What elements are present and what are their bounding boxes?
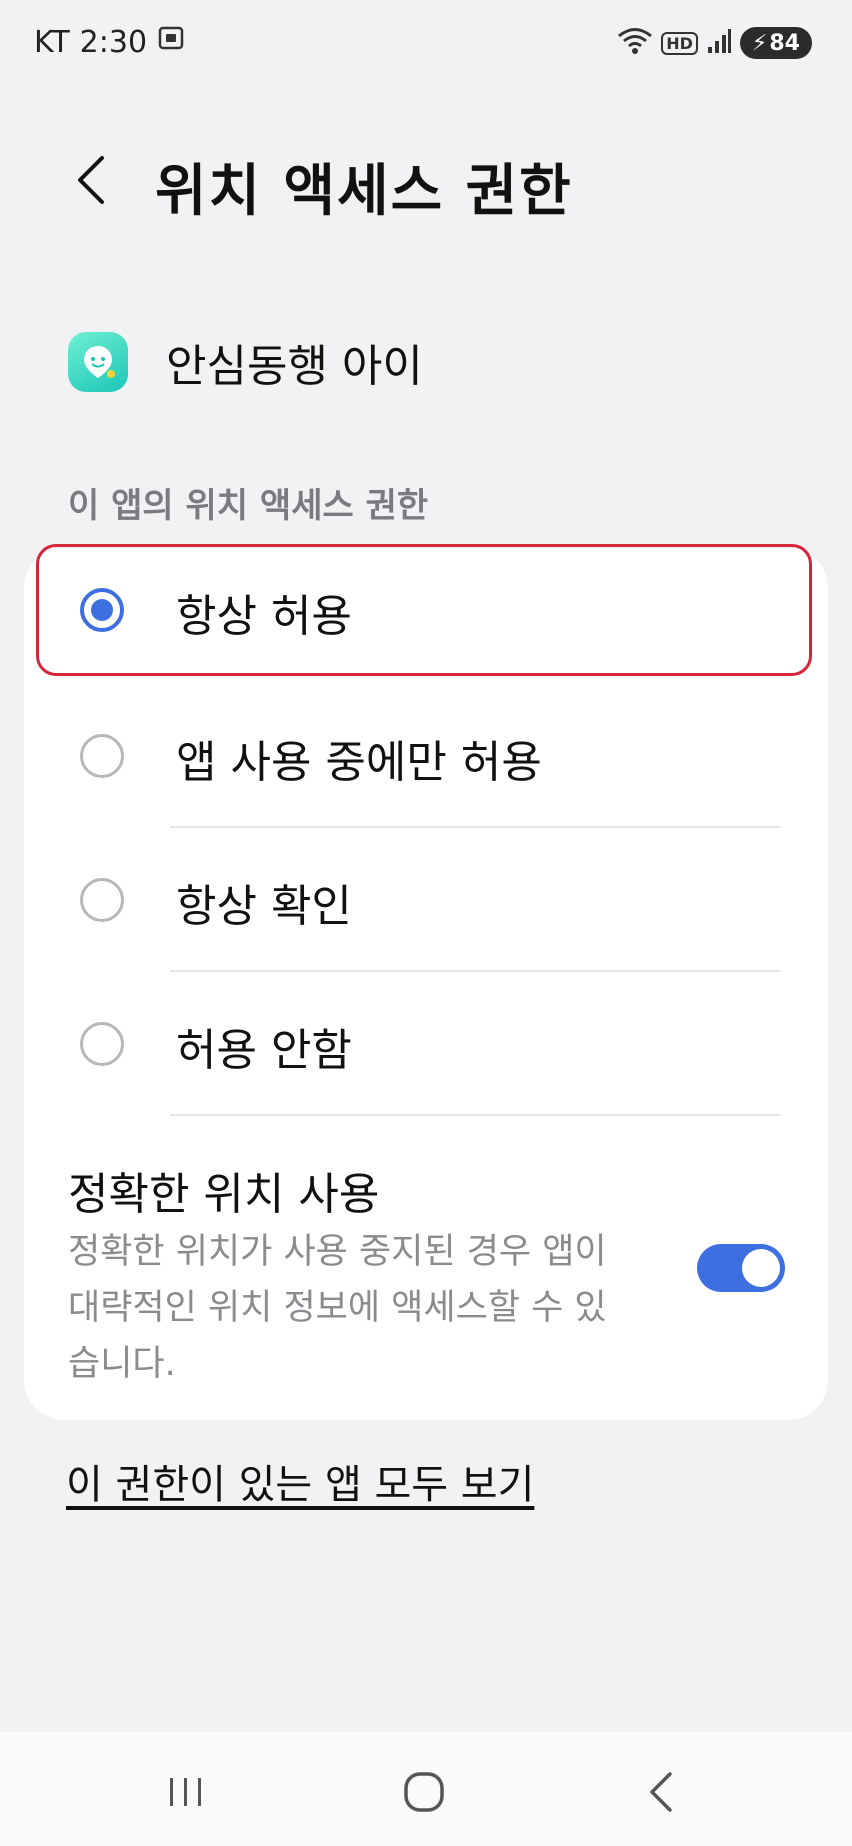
radio-button[interactable]: [80, 734, 124, 778]
recents-icon: [170, 1778, 201, 1806]
precise-location-title: 정확한 위치 사용: [68, 1169, 380, 1220]
divider: [170, 970, 780, 972]
app-info: 안심동행 아이: [68, 330, 423, 394]
back-icon: [650, 1772, 672, 1812]
option-allow-while-using[interactable]: 앱 사용 중에만 허용: [24, 686, 828, 826]
divider: [170, 1114, 780, 1116]
status-left: KT 2:30: [34, 24, 185, 60]
status-bar: KT 2:30 HD ⚡ 84: [0, 0, 852, 90]
signal-icon: [706, 27, 732, 59]
chevron-left-icon: [78, 156, 104, 204]
option-deny[interactable]: 허용 안함: [24, 974, 828, 1114]
app-icon: [68, 332, 128, 392]
option-label: 허용 안함: [176, 1025, 352, 1076]
radio-button-selected[interactable]: [80, 588, 124, 632]
header: 위치 액세스 권한: [0, 130, 852, 230]
option-always-allow[interactable]: 항상 허용: [24, 540, 828, 680]
option-ask-every-time[interactable]: 항상 확인: [24, 830, 828, 970]
navigation-bar: [0, 1732, 852, 1846]
radio-button[interactable]: [80, 1022, 124, 1066]
hd-badge: HD: [661, 31, 698, 55]
radio-button[interactable]: [80, 878, 124, 922]
section-label: 이 앱의 위치 액세스 권한: [68, 486, 429, 526]
all-apps-link[interactable]: 이 권한이 있는 앱 모두 보기: [66, 1452, 534, 1510]
status-right: HD ⚡ 84: [617, 26, 812, 60]
clock: 2:30: [79, 24, 148, 60]
option-label: 앱 사용 중에만 허용: [176, 737, 542, 788]
option-label: 항상 허용: [176, 591, 352, 642]
option-label: 항상 확인: [176, 881, 352, 932]
home-button[interactable]: [392, 1760, 456, 1824]
precise-location-description: 정확한 위치가 사용 중지된 경우 앱이 대략적인 위치 정보에 액세스할 수 …: [68, 1232, 607, 1384]
location-pin-icon: [84, 346, 115, 378]
toggle-knob: [742, 1249, 780, 1287]
screen-capture-icon: [157, 24, 185, 60]
battery-indicator: ⚡ 84: [739, 27, 812, 59]
back-button[interactable]: [62, 150, 122, 210]
home-icon: [404, 1772, 444, 1812]
app-name: 안심동행 아이: [166, 341, 423, 392]
battery-level: 84: [769, 30, 800, 56]
back-nav-button[interactable]: [630, 1760, 694, 1824]
divider: [170, 826, 780, 828]
carrier-label: KT: [34, 24, 70, 60]
precise-location-toggle[interactable]: [697, 1244, 785, 1292]
wifi-icon: [617, 26, 653, 60]
page-title: 위치 액세스 권한: [155, 159, 573, 224]
recent-apps-button[interactable]: [154, 1760, 218, 1824]
charging-icon: ⚡: [751, 30, 768, 56]
